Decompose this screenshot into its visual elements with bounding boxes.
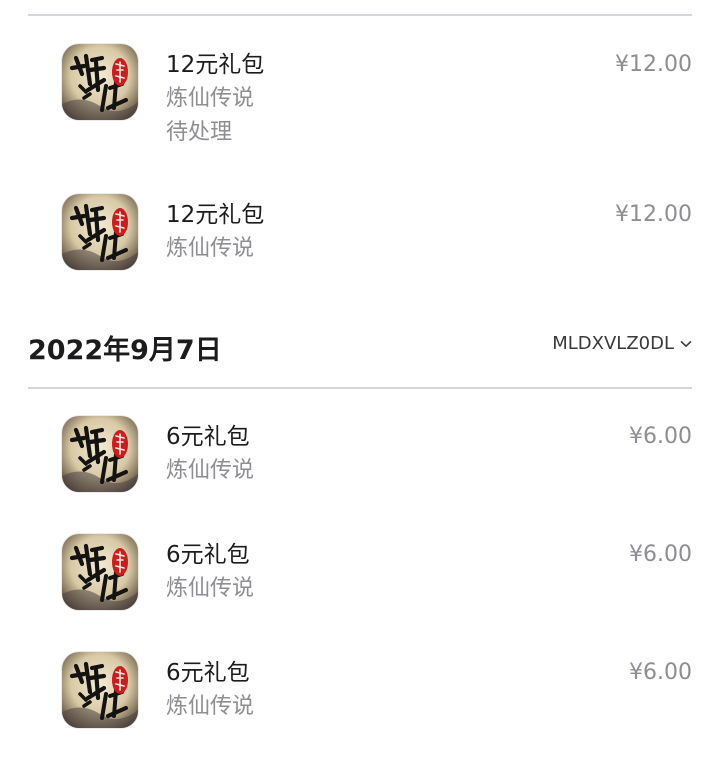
item-price: ¥12.00 — [615, 52, 692, 77]
purchase-item[interactable]: 12元礼包 炼仙传说 待处理 ¥12.00 — [0, 44, 720, 154]
game-app-icon — [62, 534, 138, 610]
item-app-name: 炼仙传说 — [166, 458, 255, 483]
item-title: 6元礼包 — [166, 424, 250, 450]
item-app-name: 炼仙传说 — [166, 236, 255, 261]
game-app-icon — [62, 44, 138, 120]
item-price: ¥6.00 — [629, 542, 692, 567]
item-status: 待处理 — [166, 120, 233, 145]
order-id-toggle[interactable]: MLDXVLZ0DL — [552, 332, 692, 356]
purchase-item[interactable]: 6元礼包 炼仙传说 ¥6.00 — [0, 416, 720, 526]
item-title: 6元礼包 — [166, 660, 250, 686]
game-app-icon — [62, 652, 138, 728]
purchase-item[interactable]: 6元礼包 炼仙传说 ¥6.00 — [0, 534, 720, 644]
date-heading: 2022年9月7日 — [28, 335, 222, 366]
item-price: ¥6.00 — [629, 424, 692, 449]
item-app-name: 炼仙传说 — [166, 86, 255, 111]
chevron-down-icon — [680, 340, 692, 348]
purchase-item[interactable]: 6元礼包 炼仙传说 ¥6.00 — [0, 652, 720, 762]
game-app-icon — [62, 194, 138, 270]
order-id-label: MLDXVLZ0DL — [552, 333, 674, 354]
item-title: 12元礼包 — [166, 52, 265, 78]
item-price: ¥6.00 — [629, 660, 692, 685]
top-divider — [28, 14, 692, 16]
item-app-name: 炼仙传说 — [166, 694, 255, 719]
item-title: 6元礼包 — [166, 542, 250, 568]
item-price: ¥12.00 — [615, 202, 692, 227]
game-app-icon — [62, 416, 138, 492]
section-divider — [28, 387, 692, 389]
purchase-item[interactable]: 12元礼包 炼仙传说 ¥12.00 — [0, 194, 720, 304]
item-title: 12元礼包 — [166, 202, 265, 228]
item-app-name: 炼仙传说 — [166, 576, 255, 601]
